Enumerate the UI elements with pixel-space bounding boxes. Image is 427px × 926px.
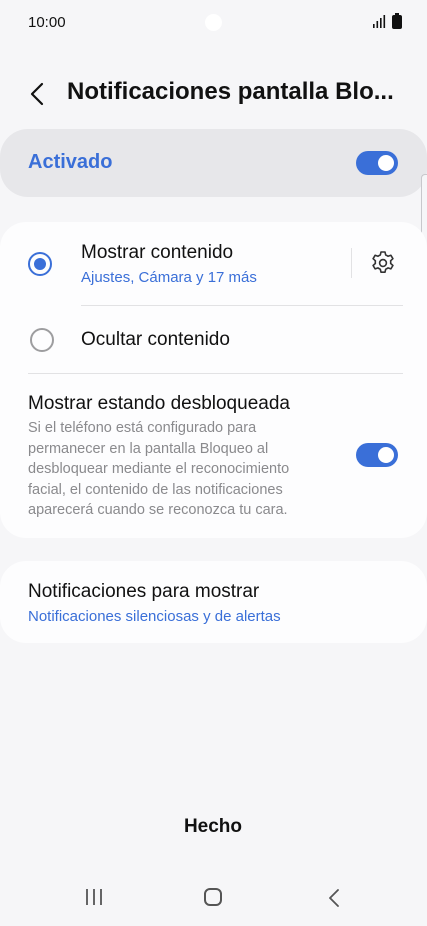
notifications-to-show-subtitle: Notificaciones silenciosas y de alertas (28, 608, 281, 625)
navigation-bar (0, 872, 427, 926)
master-switch-label: Activado (28, 151, 113, 173)
master-switch-row[interactable]: Activado (0, 129, 427, 197)
notifications-to-show-row[interactable]: Notificaciones para mostrar Notificacion… (0, 561, 427, 643)
status-time: 10:00 (28, 14, 66, 31)
recent-apps-icon[interactable] (84, 887, 104, 907)
content-options-card: Mostrar contenido Ajustes, Cámara y 17 m… (0, 222, 427, 538)
show-unlocked-toggle[interactable] (356, 443, 398, 467)
show-content-subtitle: Ajustes, Cámara y 17 más (81, 269, 257, 286)
toggle-knob (378, 447, 394, 463)
gear-icon[interactable] (370, 250, 396, 276)
header: Notificaciones pantalla Blo... (0, 70, 427, 116)
hide-content-title[interactable]: Ocultar contenido (81, 329, 230, 351)
master-toggle[interactable] (356, 151, 398, 175)
home-icon[interactable] (204, 888, 222, 906)
show-unlocked-title[interactable]: Mostrar estando desbloqueada (28, 393, 290, 415)
notifications-to-show-title: Notificaciones para mostrar (28, 581, 260, 602)
toggle-knob (378, 155, 394, 171)
radio-show-content[interactable] (28, 252, 52, 276)
divider (351, 248, 352, 278)
nav-back-icon[interactable] (326, 888, 342, 908)
status-bar: 10:00 (0, 0, 427, 46)
back-arrow-icon[interactable] (24, 80, 52, 108)
signal-icon (373, 15, 386, 28)
battery-icon (392, 13, 402, 29)
done-button[interactable]: Hecho (163, 816, 263, 846)
page-title: Notificaciones pantalla Blo... (67, 78, 394, 105)
camera-cutout (205, 14, 222, 31)
divider (28, 373, 403, 374)
show-content-title[interactable]: Mostrar contenido (81, 242, 233, 264)
radio-hide-content[interactable] (30, 328, 54, 352)
show-unlocked-description: Si el teléfono está configurado para per… (28, 420, 290, 518)
divider (81, 305, 403, 306)
